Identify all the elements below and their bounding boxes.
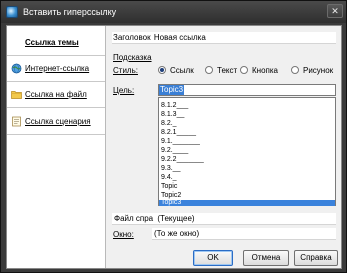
style-option-label[interactable]: Кнопка xyxy=(252,66,278,75)
ok-button[interactable]: OK xyxy=(193,250,233,266)
help-file-value: (Текущее) xyxy=(157,214,195,223)
target-input[interactable]: Topic3 xyxy=(158,84,336,96)
nav-item-internet-link[interactable]: Интернет-ссылка xyxy=(7,56,105,80)
window-value: (То же окно) xyxy=(154,229,200,238)
style-option-label[interactable]: Текст xyxy=(217,66,237,75)
hyperlink-icon xyxy=(6,6,18,18)
list-item[interactable]: 9.3.__ xyxy=(159,164,335,173)
title-field[interactable]: Заголовок Новая ссылка xyxy=(112,32,336,44)
help-file-field[interactable]: Файл спра (Текущее) xyxy=(112,213,336,225)
style-label: Стиль: xyxy=(113,66,138,75)
script-icon xyxy=(12,116,21,126)
title-bar[interactable]: Вставить гиперссылку ✕ xyxy=(1,1,346,23)
style-radio-picture[interactable] xyxy=(291,66,299,74)
style-option-label[interactable]: Рисунок xyxy=(303,66,333,75)
style-option-label[interactable]: Ссылк xyxy=(170,66,194,75)
list-item[interactable]: Topic xyxy=(159,182,335,191)
list-item[interactable]: 9.2.____ xyxy=(159,146,335,155)
list-item[interactable]: 8.1.2___ xyxy=(159,101,335,110)
list-item[interactable]: 9.1._______ xyxy=(159,137,335,146)
list-item[interactable]: 8.2.1_____ xyxy=(159,128,335,137)
nav-item-label: Ссылка на файл xyxy=(25,89,87,99)
cancel-button[interactable]: Отмена xyxy=(243,250,289,266)
close-button[interactable]: ✕ xyxy=(327,4,343,18)
title-label: Заголовок xyxy=(113,33,151,42)
topic-link-icon xyxy=(11,37,22,48)
nav-item-script-link[interactable]: Ссылка сценария xyxy=(7,109,105,133)
dialog-body: Ссылка темы Интернет-ссылка Ссылка на фа… xyxy=(6,25,342,269)
folder-icon xyxy=(11,90,22,99)
tooltip-label[interactable]: Подсказка xyxy=(113,53,152,62)
style-radio-link[interactable] xyxy=(158,66,166,74)
target-input-value: Topic3 xyxy=(159,85,185,95)
style-radio-button[interactable] xyxy=(240,66,248,74)
nav-divider xyxy=(7,107,105,108)
title-value: Новая ссылка xyxy=(153,33,206,42)
list-item[interactable]: 9.4._ xyxy=(159,173,335,182)
nav-item-topic-link[interactable]: Ссылка темы xyxy=(7,30,105,54)
link-type-nav: Ссылка темы Интернет-ссылка Ссылка на фа… xyxy=(7,26,106,268)
list-item[interactable]: 9.2.2_______ xyxy=(159,155,335,164)
nav-divider xyxy=(7,134,105,135)
nav-item-label: Ссылка сценария xyxy=(25,116,91,126)
help-file-label: Файл спра xyxy=(114,214,154,223)
list-item[interactable]: Topic2 xyxy=(159,191,335,200)
window-field[interactable]: (То же окно) xyxy=(152,228,336,240)
style-radio-text[interactable] xyxy=(205,66,213,74)
window-title: Вставить гиперссылку xyxy=(23,7,117,17)
nav-item-label: Ссылка темы xyxy=(25,37,79,47)
window-label: Окно: xyxy=(113,230,134,239)
topic-link-panel: Заголовок Новая ссылка Подсказка Стиль: … xyxy=(108,26,341,268)
target-list[interactable]: 8.1.2___ 8.1.3__ 8.2._ 8.2.1_____ 9.1.__… xyxy=(158,97,336,206)
nav-item-label: Интернет-ссылка xyxy=(25,63,90,73)
help-button[interactable]: Справка xyxy=(294,250,338,266)
globe-icon xyxy=(11,63,22,73)
list-item-selected[interactable]: Topic3 xyxy=(159,199,335,206)
dialog-window: Вставить гиперссылку ✕ Ссылка темы Интер… xyxy=(0,0,347,273)
list-item[interactable]: 8.1.3__ xyxy=(159,110,335,119)
target-label: Цель: xyxy=(113,86,135,95)
nav-item-file-link[interactable]: Ссылка на файл xyxy=(7,82,105,106)
list-item[interactable]: 8.2._ xyxy=(159,119,335,128)
